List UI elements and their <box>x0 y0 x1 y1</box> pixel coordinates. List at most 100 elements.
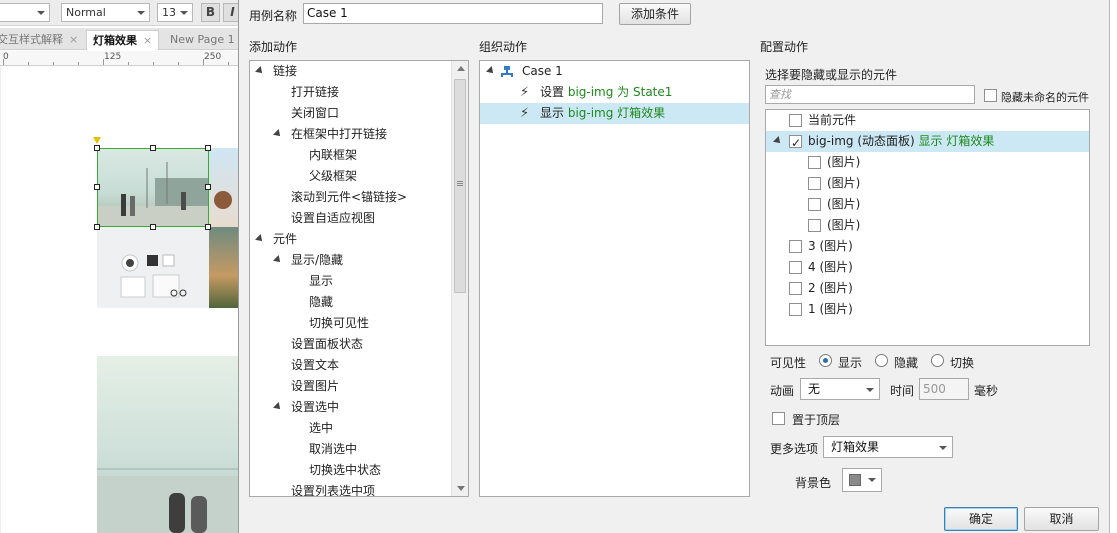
collapse-icon[interactable] <box>273 402 283 412</box>
action-tree-item[interactable]: 隐藏 <box>250 292 452 313</box>
visibility-show-radio[interactable] <box>819 354 832 367</box>
widget-checkbox[interactable] <box>789 261 802 274</box>
font-family-select[interactable] <box>0 3 50 22</box>
thumbnail-image-coffee[interactable] <box>209 148 238 227</box>
widget-list-item[interactable]: 当前元件 <box>766 110 1089 131</box>
widget-list-item[interactable]: 4 (图片) <box>766 257 1089 278</box>
bring-to-front-label: 置于顶层 <box>792 413 841 427</box>
action-tree-item[interactable]: 取消选中 <box>250 439 452 460</box>
widget-list-item[interactable]: 3 (图片) <box>766 236 1089 257</box>
background-color-picker[interactable] <box>842 468 882 492</box>
expand-icon[interactable] <box>276 87 283 99</box>
collapse-icon[interactable] <box>773 136 783 146</box>
widget-checkbox[interactable] <box>808 198 821 211</box>
case-row[interactable]: Case 1 <box>480 61 749 82</box>
close-icon[interactable]: × <box>143 34 152 47</box>
action-tree-item[interactable]: 选中 <box>250 418 452 439</box>
action-tree-item[interactable]: 打开链接 <box>250 82 452 103</box>
visibility-hide-label: 隐藏 <box>894 356 919 370</box>
visibility-hide-radio[interactable] <box>875 354 888 367</box>
action-tree-item[interactable]: 设置文本 <box>250 355 452 376</box>
actions-scrollbar[interactable] <box>451 61 468 496</box>
time-label: 时间 <box>890 384 915 398</box>
widget-checkbox[interactable] <box>808 156 821 169</box>
widget-list-item[interactable]: (图片) <box>766 152 1089 173</box>
cancel-button[interactable]: 取消 <box>1024 507 1099 531</box>
action-tree-item[interactable]: 设置选中 <box>250 397 452 418</box>
widget-checkbox[interactable] <box>808 177 821 190</box>
resize-handle[interactable] <box>150 224 156 230</box>
case-name-label: 用例名称 <box>249 9 298 23</box>
action-tree-item[interactable]: 设置图片 <box>250 376 452 397</box>
action-tree-item[interactable]: 链接 <box>250 61 452 82</box>
horizontal-ruler: 0 125 250 <box>0 51 238 66</box>
ok-button[interactable]: 确定 <box>944 507 1018 531</box>
more-options-select[interactable]: 灯箱效果 <box>823 436 953 458</box>
resize-handle[interactable] <box>94 184 100 190</box>
action-row-show-lightbox[interactable]: ⚡ 显示 big-img 灯箱效果 <box>480 103 749 124</box>
widget-list-item[interactable]: (图片) <box>766 173 1089 194</box>
add-condition-button[interactable]: 添加条件 <box>619 3 691 25</box>
widget-checkbox[interactable] <box>789 133 802 154</box>
widget-checkbox[interactable] <box>789 282 802 295</box>
italic-button[interactable]: I <box>223 3 238 22</box>
font-size-select[interactable]: 13 <box>157 3 193 22</box>
widget-checkbox[interactable] <box>808 219 821 232</box>
visibility-toggle-radio[interactable] <box>931 354 944 367</box>
widget-list-item[interactable]: 2 (图片) <box>766 278 1089 299</box>
bring-to-front-checkbox[interactable] <box>772 412 785 425</box>
tab-new-page-1[interactable]: New Page 1 <box>164 30 238 50</box>
widget-list-item[interactable]: (图片) <box>766 194 1089 215</box>
action-tree-item[interactable]: 内联框架 <box>250 145 452 166</box>
collapse-icon[interactable] <box>486 66 496 76</box>
collapse-icon[interactable] <box>273 255 283 265</box>
tab-interaction-styles[interactable]: 交互样式解释 × <box>0 30 84 50</box>
add-action-title: 添加动作 <box>249 40 298 54</box>
widget-search-input[interactable]: 查找 <box>765 85 975 104</box>
action-tree-item[interactable]: 显示 <box>250 271 452 292</box>
font-style-select[interactable]: Normal <box>61 3 150 22</box>
collapse-icon[interactable] <box>255 234 265 244</box>
close-icon[interactable]: × <box>69 33 78 46</box>
widget-checkbox[interactable] <box>789 240 802 253</box>
format-toolbar: Normal 13 B I <box>0 0 238 26</box>
tab-lightbox[interactable]: 灯箱效果 × <box>86 30 160 50</box>
widget-checkbox[interactable] <box>789 303 802 316</box>
action-tree-item[interactable]: 元件 <box>250 229 452 250</box>
action-tree-item[interactable]: 父级框架 <box>250 166 452 187</box>
hide-unnamed-checkbox[interactable] <box>984 89 997 102</box>
action-tree-item[interactable]: 显示/隐藏 <box>250 250 452 271</box>
thumbnail-image-market[interactable] <box>209 227 238 308</box>
resize-handle[interactable] <box>205 145 211 151</box>
widget-list-item[interactable]: (图片) <box>766 215 1089 236</box>
scroll-down-icon[interactable] <box>457 486 465 491</box>
time-input[interactable]: 500 <box>919 378 969 400</box>
resize-handle[interactable] <box>150 145 156 151</box>
action-tree-item[interactable]: 切换可见性 <box>250 313 452 334</box>
action-row-set-panel-state[interactable]: ⚡ 设置 big-img 为 State1 <box>480 82 749 103</box>
collapse-icon[interactable] <box>255 66 265 76</box>
action-tree-item[interactable]: 设置列表选中项 <box>250 481 452 496</box>
scroll-thumb[interactable] <box>454 79 466 293</box>
resize-handle[interactable] <box>94 224 100 230</box>
animation-select[interactable]: 无 <box>800 378 880 400</box>
action-tree-item[interactable]: 滚动到元件<锚链接> <box>250 187 452 208</box>
resize-handle[interactable] <box>205 224 211 230</box>
action-tree-item[interactable]: 设置自适应视图 <box>250 208 452 229</box>
action-tree-item[interactable]: 在框架中打开链接 <box>250 124 452 145</box>
scroll-up-icon[interactable] <box>457 66 465 71</box>
resize-handle[interactable] <box>94 145 100 151</box>
big-image-street[interactable] <box>97 356 238 533</box>
bold-button[interactable]: B <box>201 3 220 22</box>
case-name-input[interactable]: Case 1 <box>303 3 603 24</box>
action-tree-item[interactable]: 关闭窗口 <box>250 103 452 124</box>
widget-checkbox[interactable] <box>789 114 802 127</box>
widget-list-item[interactable]: 1 (图片) <box>766 299 1089 320</box>
thumbnail-image-desk[interactable] <box>97 227 209 308</box>
chevron-down-icon <box>939 446 947 450</box>
resize-handle[interactable] <box>205 184 211 190</box>
widget-list-item[interactable]: big-img (动态面板) 显示 灯箱效果 <box>766 131 1089 154</box>
action-tree-item[interactable]: 切换选中状态 <box>250 460 452 481</box>
action-tree-item[interactable]: 设置面板状态 <box>250 334 452 355</box>
collapse-icon[interactable] <box>273 129 283 139</box>
